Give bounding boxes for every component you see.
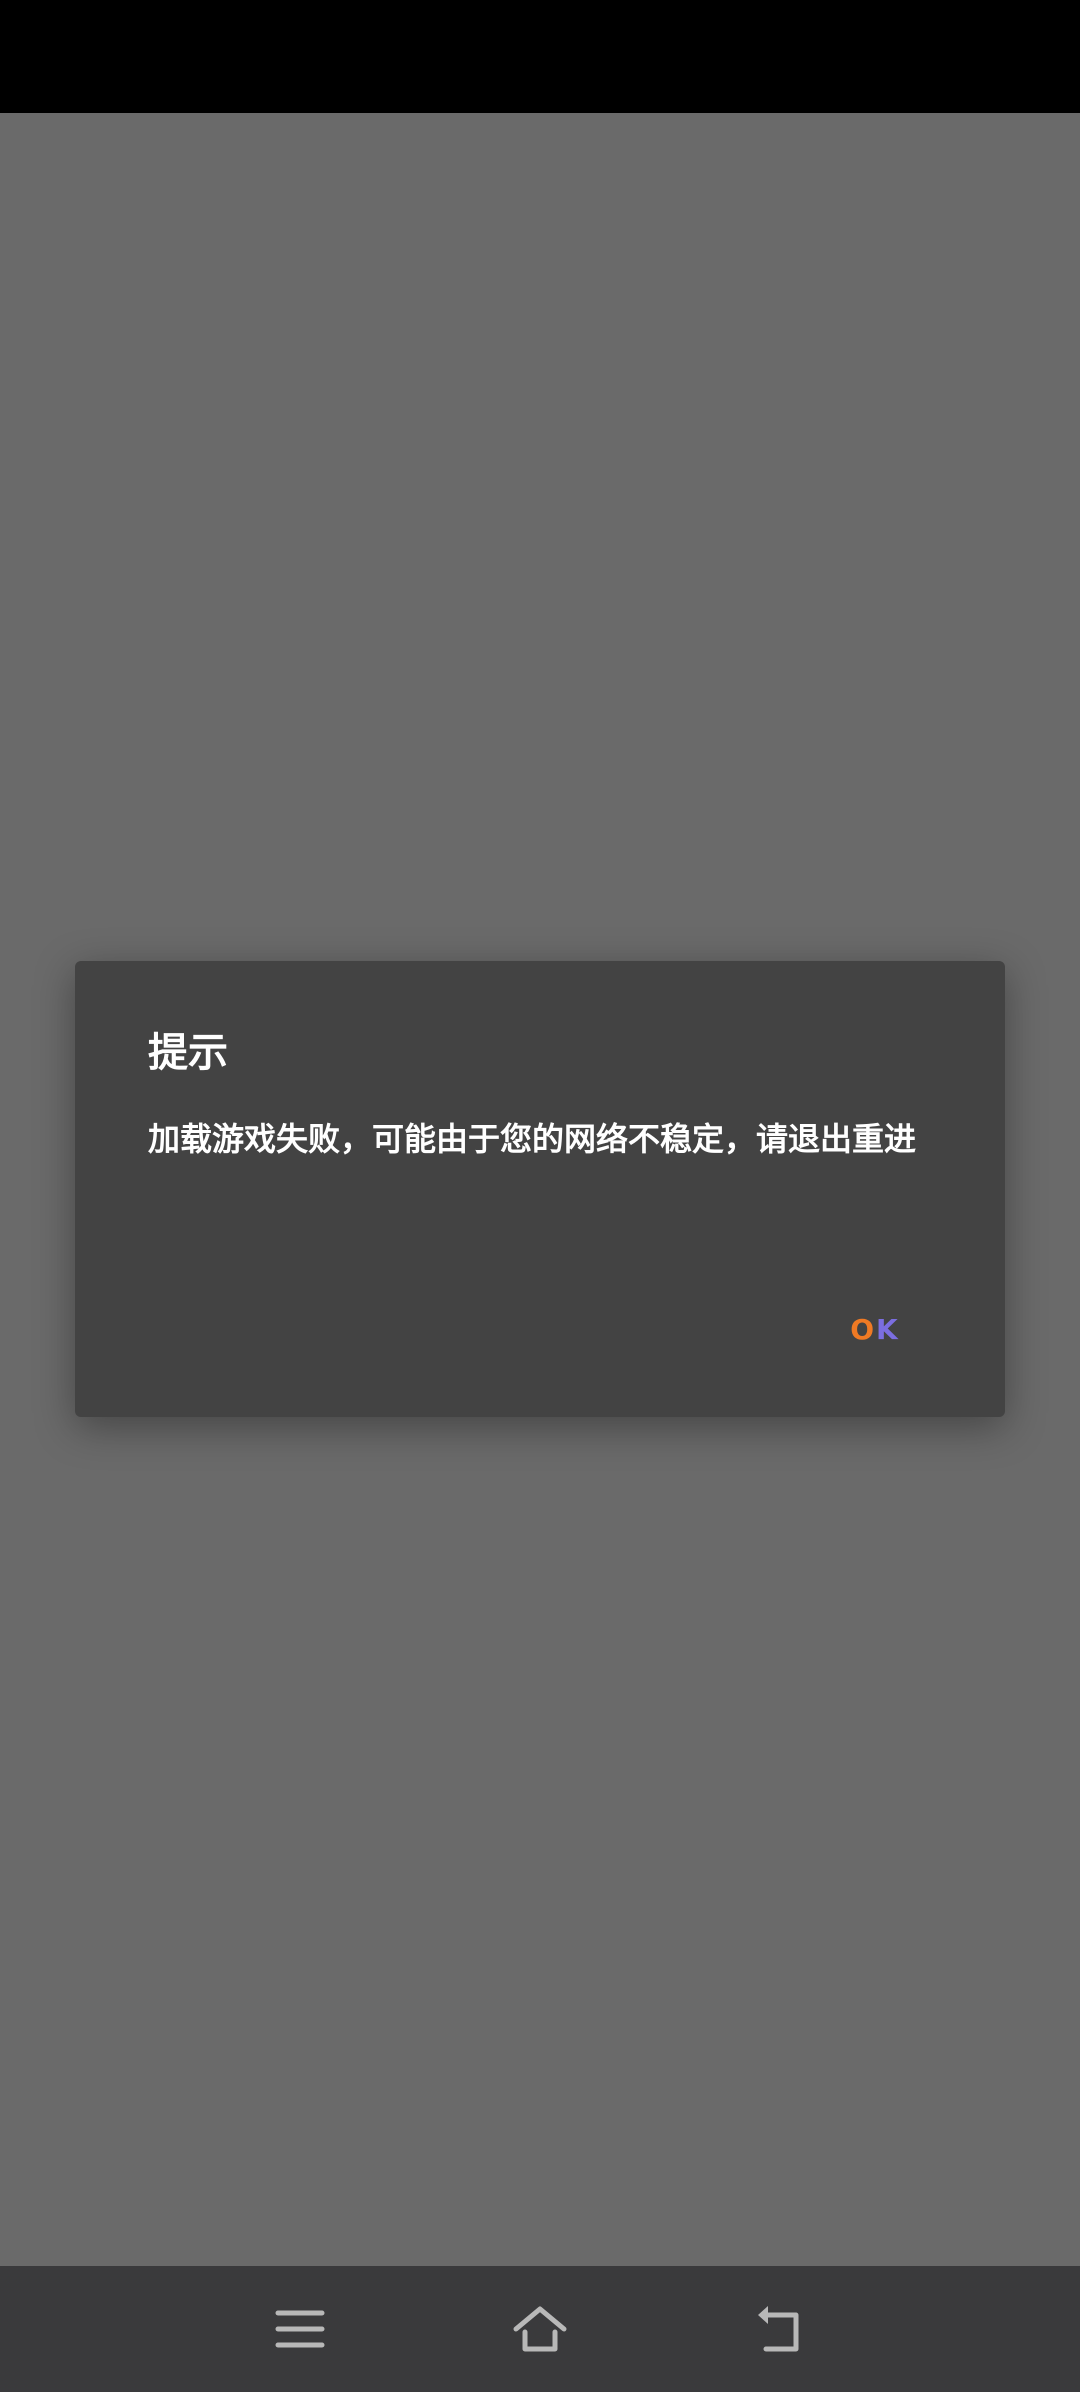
nav-home-button[interactable] xyxy=(495,2284,585,2374)
dialog-title: 提示 xyxy=(148,1030,228,1076)
alert-dialog: 提示 加载游戏失败，可能由于您的网络不稳定，请退出重进 OK xyxy=(75,961,1005,1417)
nav-menu-button[interactable] xyxy=(255,2284,345,2374)
ok-label-k: K xyxy=(876,1312,900,1346)
menu-icon xyxy=(275,2310,325,2348)
navigation-bar xyxy=(0,2266,1080,2392)
nav-back-button[interactable] xyxy=(735,2284,825,2374)
status-bar xyxy=(0,0,1080,113)
dialog-message: 加载游戏失败，可能由于您的网络不稳定，请退出重进 xyxy=(148,1120,917,1158)
ok-label-o: O xyxy=(850,1312,877,1346)
home-icon xyxy=(513,2306,567,2352)
back-icon xyxy=(758,2306,799,2352)
ok-button[interactable]: OK xyxy=(845,1301,905,1357)
